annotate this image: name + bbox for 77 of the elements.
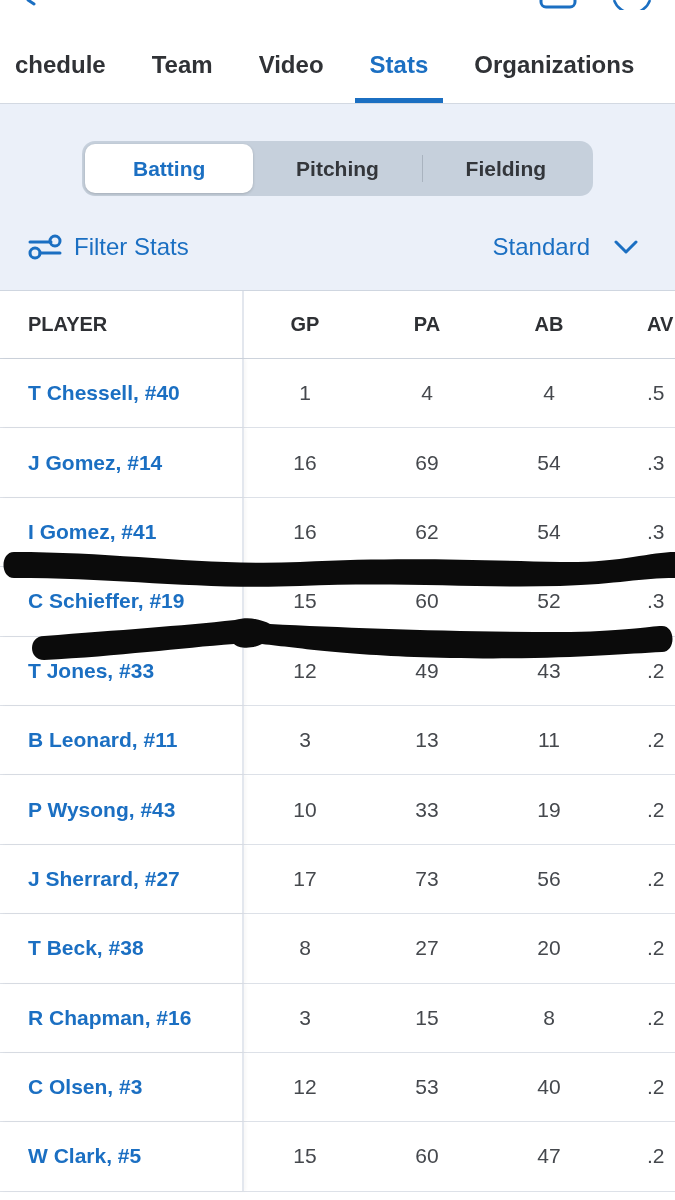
- segment-tab[interactable]: Batting: [85, 144, 254, 193]
- table-cell-text: 53: [414, 1074, 440, 1101]
- player-link[interactable]: J Gomez, #14: [28, 450, 163, 475]
- column-header: GP: [289, 312, 321, 337]
- table-cell-text: .2: [646, 796, 666, 823]
- table-cell-text: 4: [542, 380, 556, 407]
- table-cell-text: 17: [292, 865, 318, 892]
- table-cell-text: .5: [646, 380, 666, 407]
- player-link[interactable]: T Chessell, #40: [28, 381, 180, 406]
- table-cell-text: 73: [414, 865, 440, 892]
- table-cell-text: 52: [536, 588, 562, 615]
- table-cell-text: 62: [414, 518, 440, 545]
- table-cell-text: 16: [292, 518, 318, 545]
- table-cell-text: 12: [292, 1074, 318, 1101]
- player-link[interactable]: B Leonard, #11: [28, 728, 178, 753]
- table-cell-text: 13: [414, 727, 440, 754]
- table-cell-text: 60: [414, 1143, 440, 1170]
- nav-tab[interactable]: Organizations: [459, 10, 650, 103]
- nav-tab[interactable]: Team: [136, 10, 228, 103]
- table-cell-text: 49: [414, 657, 440, 684]
- table-cell-text: .2: [646, 1074, 666, 1101]
- segment-tab[interactable]: Pitching: [253, 144, 422, 193]
- table-cell-text: 16: [292, 449, 318, 476]
- table-cell-text: 8: [542, 1004, 556, 1031]
- table-cell-text: 27: [414, 935, 440, 962]
- segment-tab[interactable]: Fielding: [421, 144, 590, 193]
- table-cell-text: .2: [646, 935, 666, 962]
- table-cell-text: 20: [536, 935, 562, 962]
- column-header: PA: [412, 312, 442, 337]
- table-cell-text: 15: [292, 588, 318, 615]
- caret-icon: [614, 240, 638, 254]
- back-chevron-icon[interactable]: [26, 0, 36, 6]
- table-cell-text: 69: [414, 449, 440, 476]
- column-header: PLAYER: [0, 291, 244, 358]
- player-link[interactable]: P Wysong, #43: [28, 797, 176, 822]
- player-link[interactable]: C Olsen, #3: [28, 1075, 143, 1100]
- view-dropdown[interactable]: Standard: [492, 233, 638, 261]
- table-cell-text: 1: [298, 380, 312, 407]
- table-cell-text: 60: [414, 588, 440, 615]
- table-cell-text: .3: [646, 588, 666, 615]
- table-cell-text: .2: [646, 1004, 666, 1031]
- table-cell-text: 15: [414, 1004, 440, 1031]
- player-link[interactable]: T Beck, #38: [28, 936, 144, 961]
- player-link[interactable]: J Sherrard, #27: [28, 866, 180, 891]
- table-cell-text: 11: [537, 727, 561, 754]
- filter-stats-button[interactable]: Filter Stats: [28, 233, 189, 261]
- column-header: AV: [646, 312, 675, 337]
- player-link[interactable]: C Schieffer, #19: [28, 589, 185, 614]
- table-cell-text: 54: [536, 449, 562, 476]
- table-cell-text: 3: [298, 1004, 312, 1031]
- nav-tab[interactable]: Video: [243, 10, 339, 103]
- table-cell-text: .2: [646, 727, 666, 754]
- table-cell-text: 33: [414, 796, 440, 823]
- table-cell-text: .2: [646, 1143, 666, 1170]
- player-link[interactable]: R Chapman, #16: [28, 1005, 192, 1030]
- table-cell-text: 47: [536, 1143, 562, 1170]
- column-header: AB: [533, 312, 565, 337]
- player-link[interactable]: T Jones, #33: [28, 658, 155, 683]
- table-cell-text: .3: [646, 449, 666, 476]
- nav-tab[interactable]: chedule: [0, 10, 121, 103]
- player-link[interactable]: W Clark, #5: [28, 1144, 142, 1169]
- table-cell-text: .2: [646, 865, 666, 892]
- table-cell-text: 4: [420, 380, 434, 407]
- table-cell-text: 19: [536, 796, 562, 823]
- filter-icon: [28, 234, 62, 260]
- table-cell-text: 10: [292, 796, 318, 823]
- table-cell-text: .3: [646, 518, 666, 545]
- table-cell-text: 54: [536, 518, 562, 545]
- table-cell-text: 56: [536, 865, 562, 892]
- table-cell-text: 12: [292, 657, 318, 684]
- table-cell-text: 8: [298, 935, 312, 962]
- table-cell-text: .2: [646, 657, 666, 684]
- table-cell-text: 43: [536, 657, 562, 684]
- table-cell-text: 3: [298, 727, 312, 754]
- table-cell-text: 15: [292, 1143, 318, 1170]
- table-cell-text: 40: [536, 1074, 562, 1101]
- player-link[interactable]: I Gomez, #41: [28, 519, 157, 544]
